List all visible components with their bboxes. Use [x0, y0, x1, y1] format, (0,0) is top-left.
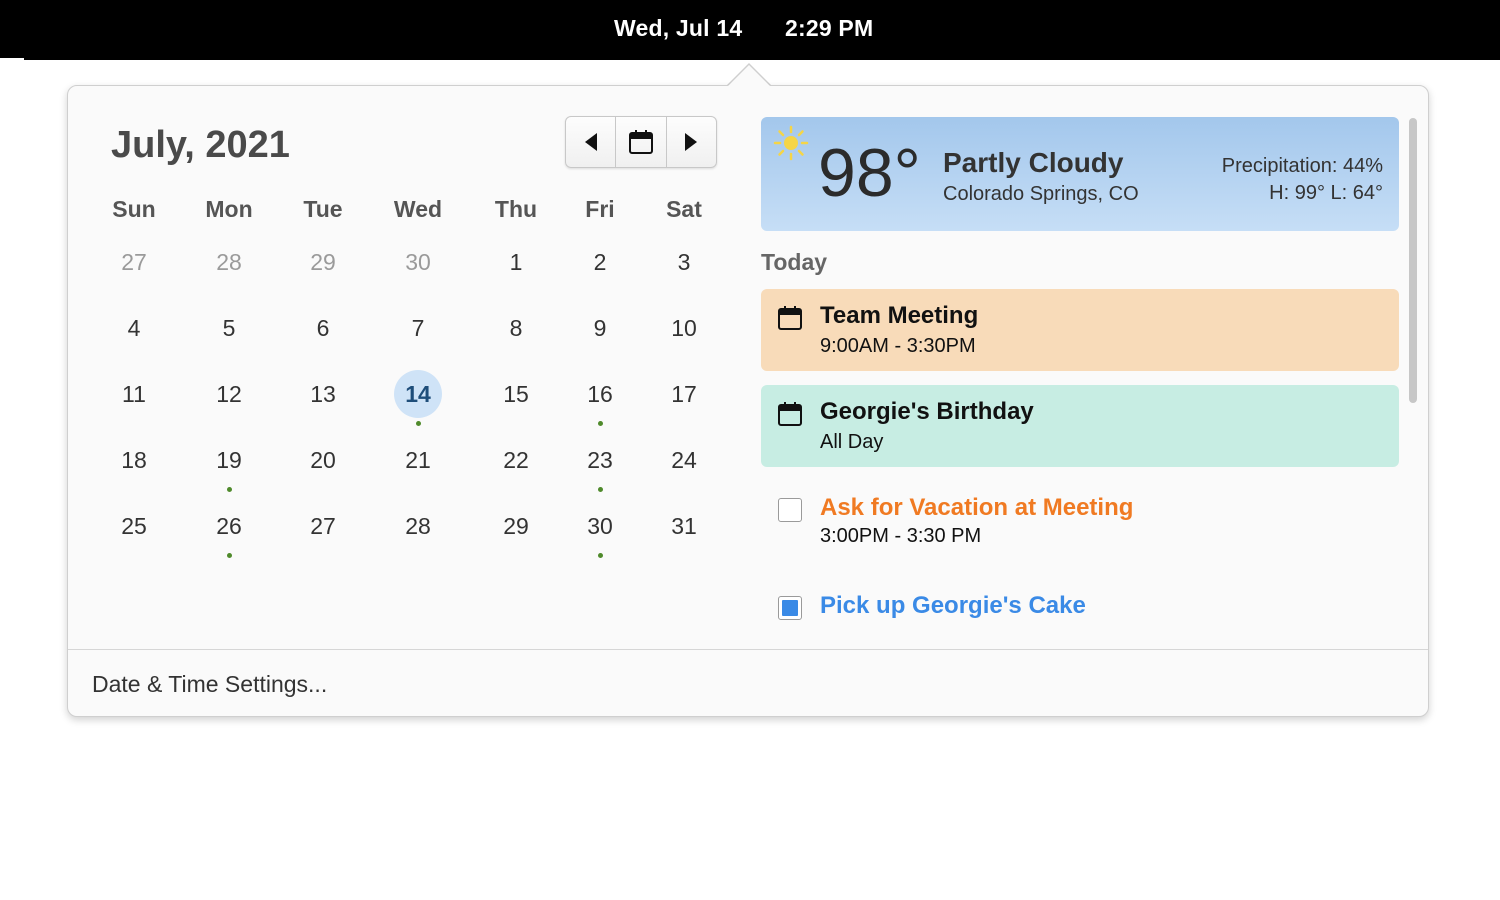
calendar-day[interactable]: 18 [104, 436, 164, 484]
calendar-day[interactable]: 28 [199, 238, 259, 286]
calendar-day-today[interactable]: 14 [394, 370, 442, 418]
calendar-day[interactable]: 30 [388, 238, 448, 286]
calendar-day[interactable]: 21 [388, 436, 448, 484]
task-pick-up-cake[interactable]: Pick up Georgie's Cake [761, 581, 1399, 641]
calendar-day[interactable]: 20 [293, 436, 353, 484]
weather-location: Colorado Springs, CO [943, 183, 1139, 205]
month-navigation [565, 116, 717, 168]
chevron-right-icon [685, 133, 698, 151]
calendar-day[interactable]: 9 [570, 304, 630, 352]
weekday-header: Mon [205, 196, 253, 222]
checkbox-fill [782, 600, 798, 616]
calendar-day[interactable]: 1 [486, 238, 546, 286]
event-indicator-dot [597, 553, 603, 558]
calendar-day[interactable]: 27 [104, 238, 164, 286]
weekday-header: Thu [494, 196, 538, 222]
calendar-day[interactable]: 19 [199, 436, 259, 484]
calendar-day[interactable]: 22 [486, 436, 546, 484]
panel-date[interactable]: Wed, Jul 14 [614, 15, 742, 42]
panel-clock[interactable]: 2:29 PM [785, 15, 873, 42]
event-indicator-dot [415, 421, 421, 426]
calendar-day[interactable]: 15 [486, 370, 546, 418]
footer-divider [68, 649, 1428, 650]
calendar-day[interactable]: 13 [293, 370, 353, 418]
weekday-header: Sat [666, 196, 702, 222]
top-panel: Wed, Jul 14 2:29 PM [0, 0, 1500, 60]
task-ask-for-vacation[interactable]: Ask for Vacation at Meeting 3:00PM - 3:3… [761, 481, 1399, 547]
event-time: All Day [820, 431, 884, 453]
go-to-today-button[interactable] [616, 117, 667, 167]
calendar-icon [778, 402, 802, 426]
high-low-temperature: H: 99° L: 64° [1269, 182, 1383, 204]
calendar-day[interactable]: 10 [654, 304, 714, 352]
weekday-header: Sun [112, 196, 156, 222]
previous-month-button[interactable] [566, 117, 617, 167]
event-georgies-birthday[interactable]: Georgie's Birthday All Day [761, 385, 1399, 467]
calendar-day[interactable]: 4 [104, 304, 164, 352]
calendar-day[interactable]: 16 [570, 370, 630, 418]
weather-condition: Partly Cloudy [943, 147, 1124, 178]
agenda-section-label: Today [761, 249, 828, 275]
event-indicator-dot [226, 553, 232, 558]
precipitation: Precipitation: 44% [1221, 155, 1383, 177]
calendar-day[interactable]: 6 [293, 304, 353, 352]
month-title: July, 2021 [111, 124, 290, 166]
calendar-day[interactable]: 12 [199, 370, 259, 418]
chevron-left-icon [584, 133, 597, 151]
task-title: Pick up Georgie's Cake [820, 592, 1086, 619]
calendar-day[interactable]: 30 [570, 502, 630, 550]
event-indicator-dot [597, 487, 603, 492]
date-time-settings-link[interactable]: Date & Time Settings... [92, 671, 327, 698]
calendar-day[interactable]: 25 [104, 502, 164, 550]
calendar-day[interactable]: 23 [570, 436, 630, 484]
panel-edge [0, 58, 24, 60]
event-time: 9:00AM - 3:30PM [820, 335, 976, 357]
calendar-day[interactable]: 29 [293, 238, 353, 286]
calendar-day[interactable]: 11 [104, 370, 164, 418]
calendar-day[interactable]: 5 [199, 304, 259, 352]
calendar-day[interactable]: 3 [654, 238, 714, 286]
temperature: 98° [818, 135, 921, 211]
task-checkbox-checked[interactable] [778, 596, 802, 620]
task-checkbox[interactable] [778, 498, 802, 522]
weekday-header: Wed [393, 196, 443, 222]
sun-icon [773, 125, 809, 161]
event-indicator-dot [226, 487, 232, 492]
calendar-day[interactable]: 31 [654, 502, 714, 550]
calendar-icon [778, 306, 802, 330]
weather-card[interactable]: 98° Partly Cloudy Colorado Springs, CO P… [761, 117, 1399, 231]
task-title: Ask for Vacation at Meeting [820, 494, 1134, 521]
popover-arrow-fill [727, 65, 771, 87]
next-month-button[interactable] [667, 117, 716, 167]
weekday-header: Tue [303, 196, 343, 222]
calendar-day[interactable]: 26 [199, 502, 259, 550]
event-indicator-dot [597, 421, 603, 426]
agenda-scrollbar[interactable] [1409, 118, 1417, 403]
calendar-day[interactable]: 17 [654, 370, 714, 418]
calendar-day[interactable]: 7 [388, 304, 448, 352]
event-team-meeting[interactable]: Team Meeting 9:00AM - 3:30PM [761, 289, 1399, 371]
calendar-day[interactable]: 28 [388, 502, 448, 550]
calendar-day[interactable]: 2 [570, 238, 630, 286]
datetime-popover: July, 2021 Sun Mon Tue Wed Thu Fri Sat 27 28 29 3… [67, 85, 1429, 717]
event-title: Georgie's Birthday [820, 398, 1034, 425]
calendar-day[interactable]: 27 [293, 502, 353, 550]
calendar-day[interactable]: 8 [486, 304, 546, 352]
calendar-day[interactable]: 29 [486, 502, 546, 550]
calendar-day[interactable]: 24 [654, 436, 714, 484]
task-time: 3:00PM - 3:30 PM [820, 525, 982, 547]
weekday-header: Fri [585, 196, 615, 222]
event-title: Team Meeting [820, 302, 979, 329]
calendar-icon [628, 130, 653, 154]
